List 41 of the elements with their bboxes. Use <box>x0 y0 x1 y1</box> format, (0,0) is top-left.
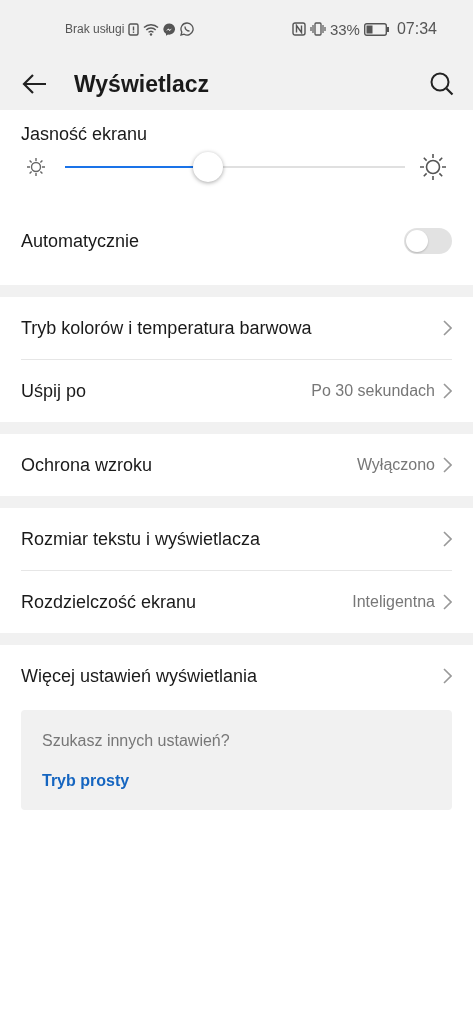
row-label: Tryb kolorów i temperatura barwowa <box>21 317 312 339</box>
nfc-icon <box>291 22 306 36</box>
row-label: Rozdzielczość ekranu <box>21 591 197 613</box>
clock-time: 07:34 <box>396 20 437 38</box>
sun-icon <box>26 157 46 177</box>
chevron-right-icon <box>443 668 452 684</box>
search-button[interactable] <box>429 71 455 97</box>
settings-row[interactable]: Tryb kolorów i temperatura barwowa <box>21 297 452 359</box>
settings-row[interactable]: Uśpij po Po 30 sekundach <box>21 359 452 422</box>
auto-brightness-toggle[interactable] <box>404 228 452 254</box>
battery-icon <box>363 22 390 36</box>
back-button[interactable] <box>22 73 48 95</box>
battery-percent: 33% <box>329 20 360 38</box>
chevron-right-icon <box>443 457 452 473</box>
chevron-right-icon <box>443 320 452 336</box>
sim-alert-icon <box>128 22 140 36</box>
chevron-right-icon <box>443 531 452 547</box>
chevron-right-icon <box>443 594 452 610</box>
row-value: Po 30 sekundach <box>311 382 435 400</box>
auto-brightness-label: Automatycznie <box>21 230 140 252</box>
page-title: Wyświetlacz <box>74 70 211 98</box>
brightness-slider[interactable] <box>65 151 405 183</box>
whatsapp-icon <box>180 22 195 36</box>
row-value: Inteligentna <box>352 593 435 611</box>
row-label: Uśpij po <box>21 380 87 402</box>
row-label: Rozmiar tekstu i wyświetlacza <box>21 528 261 550</box>
vibrate-icon <box>309 22 326 36</box>
row-label: Więcej ustawień wyświetlania <box>21 665 258 687</box>
slider-thumb[interactable] <box>192 152 223 182</box>
brightness-label: Jasność ekranu <box>21 123 149 145</box>
suggestion-text: Szukasz innych ustawień? <box>42 732 231 750</box>
messenger-icon <box>163 22 177 36</box>
wifi-icon <box>143 22 160 36</box>
row-label: Ochrona wzroku <box>21 454 153 476</box>
settings-row[interactable]: Rozdzielczość ekranu Inteligentna <box>21 570 452 633</box>
carrier-text: Brak usługi <box>65 22 125 36</box>
row-value: Wyłączono <box>356 456 435 474</box>
sun-icon <box>419 153 447 181</box>
settings-row[interactable]: Rozmiar tekstu i wyświetlacza <box>21 508 452 570</box>
chevron-right-icon <box>443 383 452 399</box>
simple-mode-link[interactable]: Tryb prosty <box>42 772 130 790</box>
